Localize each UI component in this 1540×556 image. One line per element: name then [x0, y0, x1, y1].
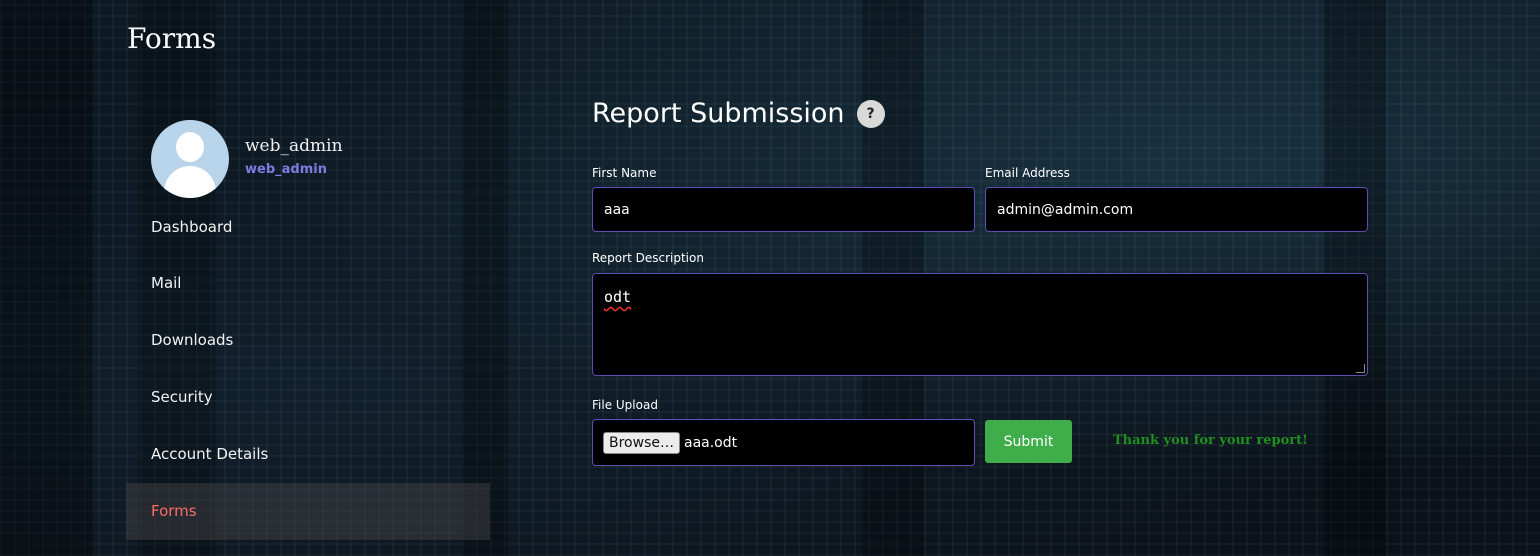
confirmation-message: Thank you for your report! — [1113, 433, 1308, 448]
profile-name: web_admin — [245, 136, 343, 156]
report-form: Report Submission ? — [592, 96, 1368, 132]
sidebar: web_admin web_admin Dashboard Mail Downl… — [126, 120, 490, 540]
sidebar-item-security[interactable]: Security — [126, 369, 490, 426]
description-value: odt — [604, 288, 632, 306]
email-value: admin@admin.com — [997, 201, 1134, 218]
first-name-label: First Name — [592, 166, 657, 180]
submit-button[interactable]: Submit — [985, 420, 1072, 463]
first-name-value: aaa — [604, 201, 630, 218]
resize-grip-icon[interactable] — [1356, 364, 1365, 373]
avatar-head-icon — [176, 132, 204, 162]
description-textarea[interactable]: odt — [592, 273, 1368, 376]
profile-card: web_admin web_admin — [126, 120, 490, 200]
file-upload-input[interactable]: Browse… aaa.odt — [592, 419, 975, 466]
file-upload-label: File Upload — [592, 398, 658, 412]
description-label: Report Description — [592, 251, 704, 265]
help-icon[interactable]: ? — [856, 100, 885, 128]
sidebar-item-mail[interactable]: Mail — [126, 255, 490, 312]
browse-button[interactable]: Browse… — [603, 431, 680, 454]
sidebar-item-downloads[interactable]: Downloads — [126, 312, 490, 369]
email-label: Email Address — [985, 166, 1070, 180]
form-heading-text: Report Submission — [592, 98, 845, 129]
email-input[interactable]: admin@admin.com — [985, 187, 1368, 232]
file-name: aaa.odt — [683, 434, 738, 451]
form-heading: Report Submission ? — [592, 96, 1368, 132]
avatar — [151, 120, 229, 198]
profile-handle[interactable]: web_admin — [245, 162, 327, 177]
page-title: Forms — [127, 22, 217, 55]
sidebar-item-account-details[interactable]: Account Details — [126, 426, 490, 483]
sidebar-item-dashboard[interactable]: Dashboard — [126, 200, 490, 255]
sidebar-nav: Dashboard Mail Downloads Security Accoun… — [126, 200, 490, 540]
avatar-body-icon — [164, 166, 216, 198]
sidebar-item-forms[interactable]: Forms — [126, 483, 490, 540]
first-name-input[interactable]: aaa — [592, 187, 975, 232]
